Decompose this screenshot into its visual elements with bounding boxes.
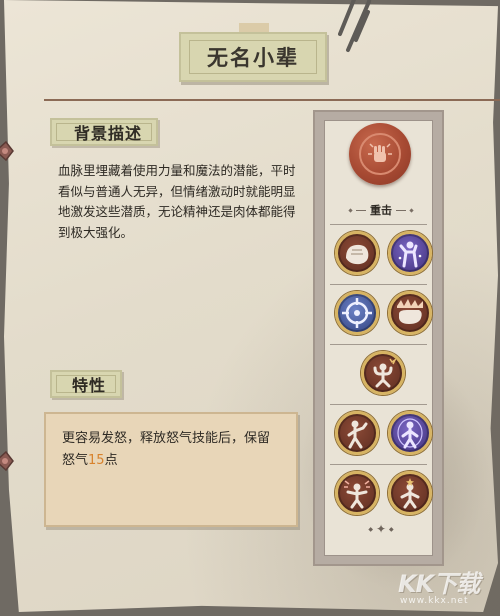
panel-separator [330,344,427,345]
page-title: 无名小辈 [179,32,327,82]
trait-section-tag: 特性 [50,370,123,398]
seal-label: 重击 [370,204,392,217]
panel-separator [330,284,427,285]
skill-slot[interactable] [388,231,432,275]
skill-slot[interactable] [388,291,432,335]
skill-slot[interactable] [388,411,432,455]
trait-section-label: 特性 [72,376,107,395]
ornament-dot: ◆ [389,525,394,533]
background-section-tag: 背景描述 [50,118,159,146]
panel-separator [330,224,427,225]
watermark-url: www.kkx.net [400,596,469,606]
ornament-dot: ◆ [368,525,373,533]
trait-description-box: 更容易发怒，释放怒气技能后，保留怒气15点 [44,412,298,527]
anger-burst-icon [344,480,370,509]
skill-slot[interactable] [335,291,379,335]
skill-slot[interactable] [335,471,379,515]
seal-label-row: 重击 [348,202,414,218]
page-title-text: 无名小辈 [207,46,299,70]
title-divider [44,99,500,101]
side-gem-icon [0,450,14,472]
fighter-stance-icon [347,420,368,449]
ornament-dot [348,207,353,213]
panel-bottom-ornament: ◆ ✦ ◆ [364,522,398,536]
spirit-figure-icon [397,418,423,449]
skill-slot[interactable] [335,411,379,455]
ornament-dot [409,207,414,213]
ornament-line [356,209,366,211]
skill-slot[interactable] [388,471,432,515]
background-section-label: 背景描述 [74,124,143,143]
class-seal[interactable] [349,123,411,185]
sparkle-icon: ✦ [375,522,387,536]
watermark-logo: KK下载 [398,570,480,598]
paper-clip-icon [338,0,372,52]
gauntlet-smash-icon [397,299,423,324]
rage-flex-icon [373,357,397,388]
side-gem-icon [0,140,14,162]
crosshair-target-icon [342,298,372,328]
skill-slot[interactable] [361,351,405,395]
trait-text-after: 点 [104,453,118,468]
fist-burst-icon [359,133,401,175]
trait-value: 15 [88,453,105,468]
punch-fist-icon [346,244,369,265]
power-up-icon [400,478,420,509]
panel-separator [330,404,427,405]
panel-separator [330,464,427,465]
aura-figure-icon [398,241,422,268]
skill-slot[interactable] [335,231,379,275]
background-description: 血脉里埋藏着使用力量和魔法的潜能，平时看似与普通人无异，但情绪激动时就能明显地激… [58,163,296,240]
ornament-line [396,209,406,211]
